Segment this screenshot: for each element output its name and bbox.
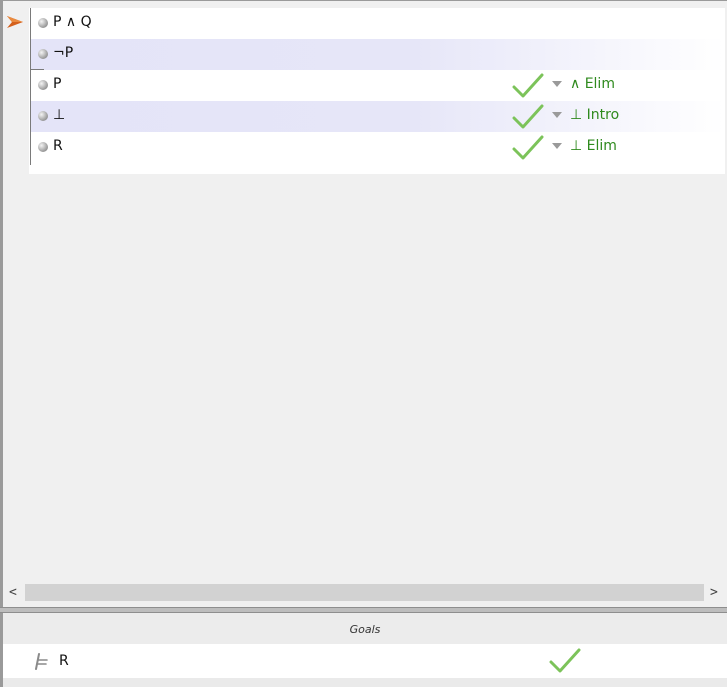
subproof-bar (30, 8, 31, 165)
proof-pane: P ∧ Q ¬P P ∧ Elim ⊥ ⊥ Intro R ⊥ Elim (0, 0, 727, 607)
rule-dropdown-icon[interactable] (552, 112, 562, 118)
rule-label[interactable]: ∧ Elim (570, 76, 615, 92)
goal-row[interactable]: R (3, 644, 727, 678)
valid-check-icon (512, 104, 544, 129)
line-bullet-icon[interactable] (38, 111, 48, 121)
proof-line-2[interactable]: ¬P (31, 39, 725, 70)
goals-header: Goals (3, 614, 727, 644)
line-bullet-icon[interactable] (38, 49, 48, 59)
rule-label[interactable]: ⊥ Intro (570, 107, 619, 123)
line-formula[interactable]: ¬P (53, 45, 73, 61)
line-formula[interactable]: P ∧ Q (53, 14, 92, 30)
rule-dropdown-icon[interactable] (552, 143, 562, 149)
line-formula[interactable]: R (53, 138, 63, 154)
line-bullet-icon[interactable] (38, 142, 48, 152)
line-bullet-icon[interactable] (38, 18, 48, 28)
pane-border-left (0, 0, 3, 607)
valid-check-icon (512, 135, 544, 160)
scroll-left-button[interactable]: < (9, 585, 17, 600)
proof-line-3[interactable]: P ∧ Elim (31, 70, 725, 101)
goals-footer-area (3, 678, 727, 687)
horizontal-scrollbar[interactable]: < > (3, 583, 727, 603)
rule-dropdown-icon[interactable] (552, 81, 562, 87)
valid-check-icon (512, 73, 544, 98)
rule-label[interactable]: ⊥ Elim (570, 138, 617, 154)
proof-line-1[interactable]: P ∧ Q (31, 8, 725, 39)
line-bullet-icon[interactable] (38, 80, 48, 90)
line-formula[interactable]: ⊥ (53, 107, 65, 123)
scrollbar-thumb[interactable] (25, 584, 704, 601)
pane-border-top (0, 0, 727, 1)
current-line-arrow-icon (7, 16, 23, 28)
subproof-premise-divider (30, 69, 44, 70)
proof-line-5[interactable]: R ⊥ Elim (31, 132, 725, 163)
goal-formula: R (59, 653, 69, 669)
goals-pane: Goals R (0, 613, 727, 687)
proof-line-4[interactable]: ⊥ ⊥ Intro (31, 101, 725, 132)
turnstile-icon (35, 653, 48, 670)
goal-satisfied-check-icon (549, 648, 581, 673)
scroll-right-button[interactable]: > (710, 585, 718, 600)
line-formula[interactable]: P (53, 76, 61, 92)
